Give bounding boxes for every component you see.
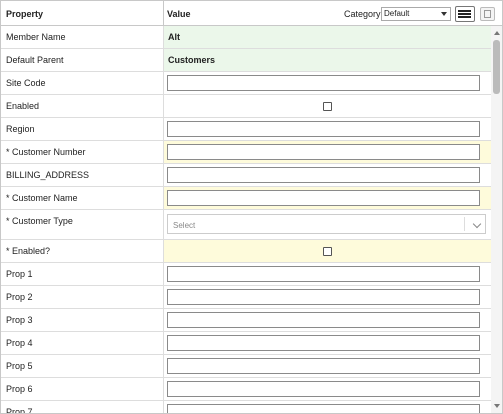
text-input[interactable] bbox=[167, 358, 480, 374]
table-row: Site Code bbox=[1, 72, 491, 95]
text-input[interactable] bbox=[167, 167, 480, 183]
table-row: Prop 3 bbox=[1, 309, 491, 332]
category-label: Category: bbox=[344, 9, 384, 19]
value-text: Customers bbox=[168, 55, 216, 65]
property-name: Prop 7 bbox=[6, 407, 33, 413]
table-row: Prop 6 bbox=[1, 378, 491, 401]
property-name: Prop 3 bbox=[6, 315, 33, 325]
table-row: * Customer Number bbox=[1, 141, 491, 164]
scrollbar-thumb[interactable] bbox=[493, 40, 500, 94]
property-rows: Member Name Alt Default Parent Customers Sit… bbox=[1, 26, 491, 413]
table-row: Prop 7 bbox=[1, 401, 491, 413]
value-cell bbox=[164, 164, 491, 186]
table-row: Member Name Alt bbox=[1, 26, 491, 49]
value-cell bbox=[164, 72, 491, 94]
table-row: Enabled bbox=[1, 95, 491, 118]
select-divider bbox=[464, 217, 465, 231]
text-input[interactable] bbox=[167, 144, 480, 160]
checkbox[interactable] bbox=[323, 247, 332, 256]
value-cell bbox=[164, 263, 491, 285]
property-name: Prop 6 bbox=[6, 384, 33, 394]
value-cell bbox=[164, 286, 491, 308]
text-input[interactable] bbox=[167, 289, 480, 305]
chevron-down-icon bbox=[441, 12, 447, 16]
property-name: Prop 2 bbox=[6, 292, 33, 302]
value-cell: Customers bbox=[164, 49, 491, 71]
column-divider[interactable] bbox=[163, 1, 164, 25]
text-input[interactable] bbox=[167, 335, 480, 351]
table-row: Prop 5 bbox=[1, 355, 491, 378]
chevron-down-icon[interactable] bbox=[472, 219, 482, 229]
table-row: BILLING_ADDRESS bbox=[1, 164, 491, 187]
property-name: Prop 1 bbox=[6, 269, 33, 279]
property-name: Member Name bbox=[6, 32, 66, 42]
table-row: Region bbox=[1, 118, 491, 141]
value-cell bbox=[164, 401, 491, 413]
text-input[interactable] bbox=[167, 312, 480, 328]
text-input[interactable] bbox=[167, 75, 480, 91]
select-placeholder: Select bbox=[173, 221, 196, 230]
table-row: Default Parent Customers bbox=[1, 49, 491, 72]
scroll-up-icon[interactable] bbox=[494, 31, 500, 35]
property-name: * Customer Type bbox=[6, 216, 73, 226]
value-column-header: Value bbox=[167, 9, 191, 19]
value-cell bbox=[164, 309, 491, 331]
value-cell: Select bbox=[164, 210, 491, 239]
value-cell bbox=[164, 355, 491, 377]
table-row: * Customer Name bbox=[1, 187, 491, 210]
value-cell bbox=[164, 332, 491, 354]
vertical-scrollbar[interactable] bbox=[491, 26, 502, 413]
table-row: Prop 1 bbox=[1, 263, 491, 286]
grid-header: Property Value Category: Default bbox=[1, 1, 502, 26]
property-name: * Enabled? bbox=[6, 246, 51, 256]
value-cell bbox=[164, 118, 491, 140]
checkbox[interactable] bbox=[323, 102, 332, 111]
property-name: Site Code bbox=[6, 78, 46, 88]
text-input[interactable] bbox=[167, 121, 480, 137]
property-name: Enabled bbox=[6, 101, 40, 111]
property-name: Prop 5 bbox=[6, 361, 33, 371]
value-cell bbox=[164, 378, 491, 400]
text-input[interactable] bbox=[167, 190, 480, 206]
property-name: Default Parent bbox=[6, 55, 64, 65]
value-cell bbox=[164, 95, 491, 117]
category-select-value: Default bbox=[384, 9, 410, 18]
list-view-button[interactable] bbox=[455, 6, 475, 22]
value-cell bbox=[164, 141, 491, 163]
property-column-header: Property bbox=[6, 9, 44, 19]
property-name: Region bbox=[6, 124, 35, 134]
property-name: Prop 4 bbox=[6, 338, 33, 348]
save-icon bbox=[484, 10, 491, 18]
table-row: * Customer Type Select bbox=[1, 210, 491, 240]
table-row: Prop 4 bbox=[1, 332, 491, 355]
value-cell: Alt bbox=[164, 26, 491, 48]
save-button[interactable] bbox=[480, 7, 495, 21]
value-cell bbox=[164, 240, 491, 262]
text-input[interactable] bbox=[167, 404, 480, 413]
property-name: * Customer Number bbox=[6, 147, 86, 157]
text-input[interactable] bbox=[167, 381, 480, 397]
customer-type-select[interactable]: Select bbox=[167, 214, 486, 234]
property-name: * Customer Name bbox=[6, 193, 78, 203]
value-cell bbox=[164, 187, 491, 209]
text-input[interactable] bbox=[167, 266, 480, 282]
scroll-down-icon[interactable] bbox=[494, 404, 500, 408]
property-grid: Property Value Category: Default Member … bbox=[0, 0, 503, 414]
table-row: * Enabled? bbox=[1, 240, 491, 263]
table-row: Prop 2 bbox=[1, 286, 491, 309]
category-select[interactable]: Default bbox=[381, 7, 451, 21]
property-name: BILLING_ADDRESS bbox=[6, 170, 90, 180]
value-text: Alt bbox=[168, 32, 180, 42]
